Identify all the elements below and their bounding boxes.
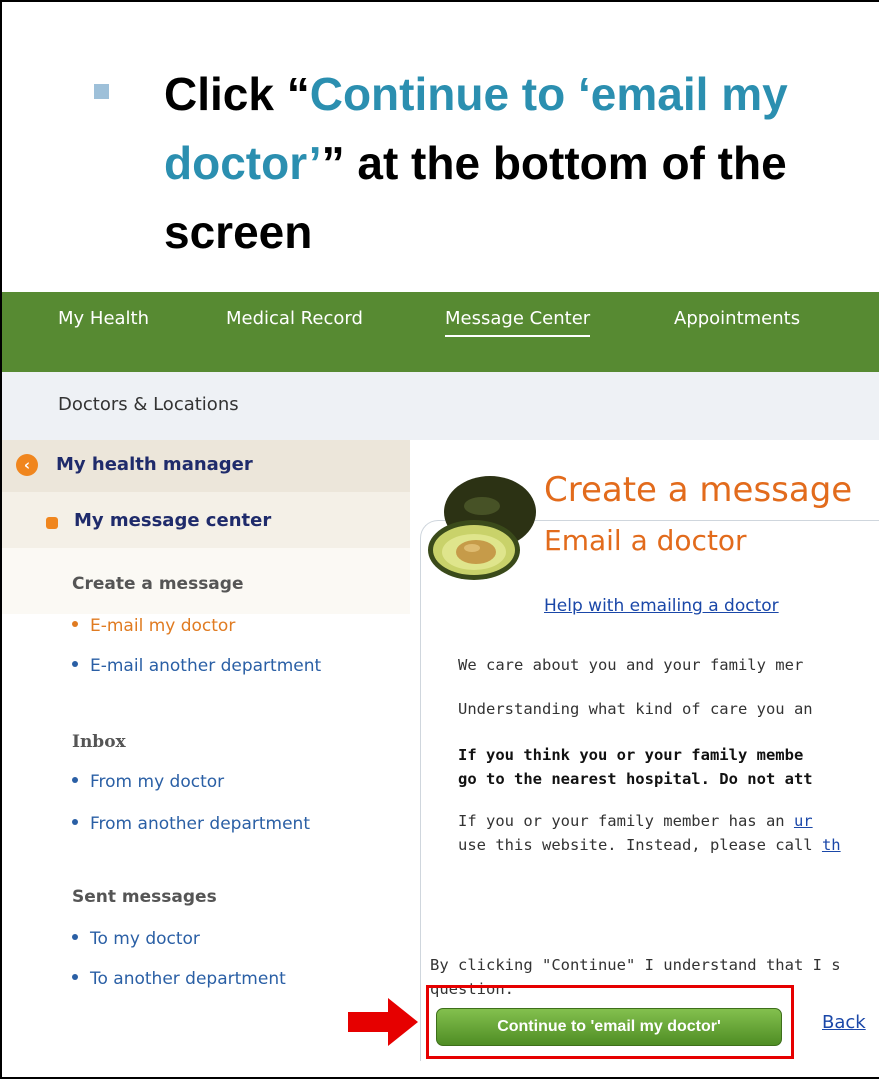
chevron-left-icon[interactable]: ‹ [16,454,38,476]
instruction-text-start: Click “ [164,68,310,120]
intro-paragraph: We care about you and your family mer [458,656,804,674]
bullet-icon [72,777,78,783]
section-title-sent: Sent messages [72,887,217,907]
sidebar-item-to-another-department[interactable]: To another department [72,969,286,989]
arrow-right-icon [348,998,418,1046]
sidebar-item-label: E-mail another department [90,656,322,676]
bullet-icon [72,974,78,980]
sidebar-item-label: To another department [90,969,286,989]
sidebar-item-label: From another department [90,814,310,834]
urgent-care-line1: If you or your family member has an ur [458,812,813,830]
main-content: Create a message Email a doctor Help wit… [410,440,879,1077]
section-title-create: Create a message [72,574,244,594]
sidebar-item-from-another-department[interactable]: From another department [72,814,310,834]
sidebar-item-label: E-mail my doctor [90,616,236,636]
help-link[interactable]: Help with emailing a doctor [544,596,779,616]
sidebar-subheader-label[interactable]: My message center [74,510,271,531]
page-subtitle: Email a doctor [544,524,747,557]
subnav-item-doctors-locations[interactable]: Doctors & Locations [58,394,239,415]
sidebar-item-email-another-department[interactable]: E-mail another department [72,656,321,676]
nav-item-my-health[interactable]: My Health [58,308,149,329]
nav-item-medical-record[interactable]: Medical Record [226,308,363,329]
avocado-icon [428,476,536,580]
bullet-icon [72,661,78,667]
instruction-headline: Click “Continue to ‘email my doctor’” at… [164,60,864,267]
care-paragraph: Understanding what kind of care you an [458,700,813,718]
sidebar-item-label: To my doctor [90,929,200,949]
bullet-square-icon [46,517,58,529]
bullet-icon [72,934,78,940]
tutorial-slide: Click “Continue to ‘email my doctor’” at… [0,0,879,1079]
section-title-inbox: Inbox [72,732,126,752]
sidebar-item-email-my-doctor[interactable]: E-mail my doctor [72,616,235,636]
sidebar-item-label: From my doctor [90,772,225,792]
page-title: Create a message [544,470,853,510]
bullet-icon [72,819,78,825]
sidebar-header[interactable]: ‹ My health manager [2,440,410,492]
call-text: use this website. Instead, please call [458,836,822,854]
sidebar-item-from-my-doctor[interactable]: From my doctor [72,772,224,792]
emergency-warning-line1: If you think you or your family membe [458,746,804,764]
highlight-callout-box [426,985,794,1059]
consent-line1: By clicking "Continue" I understand that… [430,956,841,974]
nav-item-appointments[interactable]: Appointments [674,308,800,329]
top-nav-bar: My Health Medical Record Message Center … [2,292,879,372]
bullet-marker [94,84,109,99]
sidebar-header-label: My health manager [56,454,253,475]
back-link[interactable]: Back [822,1012,866,1033]
bullet-icon [72,621,78,627]
urgent-care-link[interactable]: ur [794,812,813,830]
emergency-warning-line2: go to the nearest hospital. Do not att [458,770,813,788]
urgent-care-text: If you or your family member has an [458,812,794,830]
nav-item-message-center[interactable]: Message Center [445,308,591,337]
sidebar: ‹ My health manager My message center Cr… [2,440,410,1077]
sub-nav-bar: Doctors & Locations [2,372,879,440]
sidebar-item-to-my-doctor[interactable]: To my doctor [72,929,200,949]
phone-link[interactable]: th [822,836,841,854]
urgent-care-line2: use this website. Instead, please call t… [458,836,841,854]
